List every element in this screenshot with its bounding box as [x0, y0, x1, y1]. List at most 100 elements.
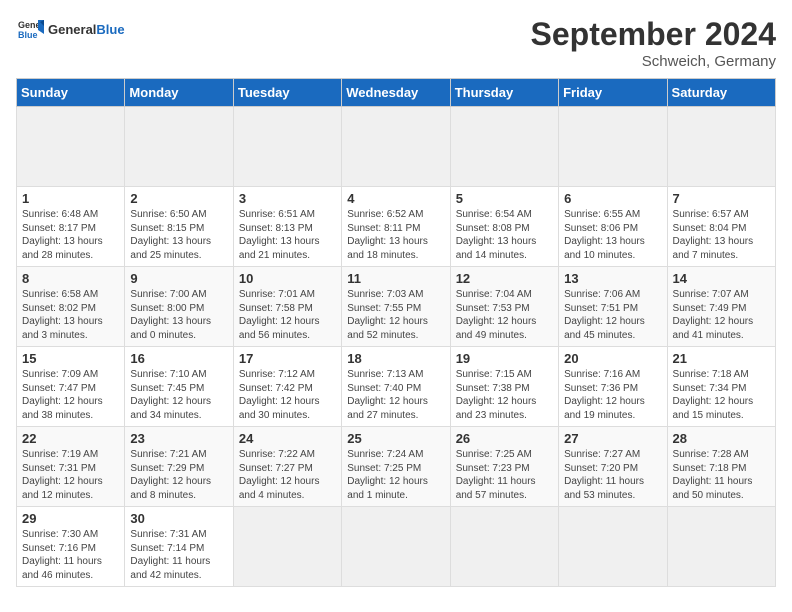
- day-info: Sunrise: 7:10 AM Sunset: 7:45 PM Dayligh…: [130, 368, 227, 422]
- logo-icon: General Blue: [16, 16, 44, 44]
- calendar-cell: 18 Sunrise: 7:13 AM Sunset: 7:40 PM Dayli…: [342, 347, 450, 427]
- day-number: 27: [564, 431, 661, 446]
- calendar-cell: 9 Sunrise: 7:00 AM Sunset: 8:00 PM Daylig…: [125, 267, 233, 347]
- month-title: September 2024: [531, 16, 776, 53]
- day-number: 1: [22, 191, 119, 206]
- calendar-cell: 13Sunrise: 7:06 AM Sunset: 7:51 PM Dayli…: [559, 267, 667, 347]
- day-info: Sunrise: 7:30 AM Sunset: 7:16 PM Dayligh…: [22, 528, 119, 582]
- day-number: 24: [239, 431, 336, 446]
- day-info: Sunrise: 6:50 AM Sunset: 8:15 PM Dayligh…: [130, 208, 227, 262]
- day-info: Sunrise: 7:00 AM Sunset: 8:00 PM Dayligh…: [130, 288, 227, 342]
- weekday-header: Sunday: [17, 79, 125, 107]
- calendar-cell: 20Sunrise: 7:16 AM Sunset: 7:36 PM Dayli…: [559, 347, 667, 427]
- calendar-cell: [450, 507, 558, 587]
- day-number: 5: [456, 191, 553, 206]
- calendar-cell: 23Sunrise: 7:21 AM Sunset: 7:29 PM Dayli…: [125, 427, 233, 507]
- calendar-cell: 1 Sunrise: 6:48 AM Sunset: 8:17 PM Daylig…: [17, 187, 125, 267]
- calendar-cell: 6Sunrise: 6:55 AM Sunset: 8:06 PM Daylig…: [559, 187, 667, 267]
- calendar-cell: 2Sunrise: 6:50 AM Sunset: 8:15 PM Daylig…: [125, 187, 233, 267]
- day-number: 4: [347, 191, 444, 206]
- calendar-cell: 22 Sunrise: 7:19 AM Sunset: 7:31 PM Dayli…: [17, 427, 125, 507]
- day-number: 26: [456, 431, 553, 446]
- calendar-cell: 26 Sunrise: 7:25 AM Sunset: 7:23 PM Dayli…: [450, 427, 558, 507]
- calendar-cell: [667, 507, 775, 587]
- calendar-cell: [233, 107, 341, 187]
- day-info: Sunrise: 7:13 AM Sunset: 7:40 PM Dayligh…: [347, 368, 444, 422]
- weekday-header: Monday: [125, 79, 233, 107]
- day-number: 8: [22, 271, 119, 286]
- day-info: Sunrise: 7:31 AM Sunset: 7:14 PM Dayligh…: [130, 528, 227, 582]
- calendar-cell: 11Sunrise: 7:03 AM Sunset: 7:55 PM Dayli…: [342, 267, 450, 347]
- calendar-cell: 29 Sunrise: 7:30 AM Sunset: 7:16 PM Dayli…: [17, 507, 125, 587]
- day-info: Sunrise: 7:19 AM Sunset: 7:31 PM Dayligh…: [22, 448, 119, 502]
- day-info: Sunrise: 7:27 AM Sunset: 7:20 PM Dayligh…: [564, 448, 661, 502]
- page-header: General Blue GeneralBlue September 2024 …: [16, 16, 776, 70]
- day-number: 16: [130, 351, 227, 366]
- day-number: 9: [130, 271, 227, 286]
- calendar-week-row: [17, 107, 776, 187]
- day-info: Sunrise: 7:12 AM Sunset: 7:42 PM Dayligh…: [239, 368, 336, 422]
- day-info: Sunrise: 7:16 AM Sunset: 7:36 PM Dayligh…: [564, 368, 661, 422]
- day-number: 22: [22, 431, 119, 446]
- calendar-cell: 27 Sunrise: 7:27 AM Sunset: 7:20 PM Dayli…: [559, 427, 667, 507]
- calendar-cell: 10Sunrise: 7:01 AM Sunset: 7:58 PM Dayli…: [233, 267, 341, 347]
- weekday-header: Thursday: [450, 79, 558, 107]
- calendar-cell: 15Sunrise: 7:09 AM Sunset: 7:47 PM Dayli…: [17, 347, 125, 427]
- day-info: Sunrise: 7:22 AM Sunset: 7:27 PM Dayligh…: [239, 448, 336, 502]
- day-info: Sunrise: 7:25 AM Sunset: 7:23 PM Dayligh…: [456, 448, 553, 502]
- calendar-cell: [559, 507, 667, 587]
- day-info: Sunrise: 7:24 AM Sunset: 7:25 PM Dayligh…: [347, 448, 444, 502]
- weekday-header: Wednesday: [342, 79, 450, 107]
- calendar-week-row: 15Sunrise: 7:09 AM Sunset: 7:47 PM Dayli…: [17, 347, 776, 427]
- day-number: 10: [239, 271, 336, 286]
- calendar-cell: 19 Sunrise: 7:15 AM Sunset: 7:38 PM Dayli…: [450, 347, 558, 427]
- calendar-cell: 24 Sunrise: 7:22 AM Sunset: 7:27 PM Dayli…: [233, 427, 341, 507]
- day-info: Sunrise: 7:18 AM Sunset: 7:34 PM Dayligh…: [673, 368, 770, 422]
- weekday-header: Saturday: [667, 79, 775, 107]
- day-number: 19: [456, 351, 553, 366]
- calendar-table: SundayMondayTuesdayWednesdayThursdayFrid…: [16, 78, 776, 587]
- day-number: 7: [673, 191, 770, 206]
- day-number: 12: [456, 271, 553, 286]
- calendar-week-row: 1 Sunrise: 6:48 AM Sunset: 8:17 PM Daylig…: [17, 187, 776, 267]
- calendar-cell: [667, 107, 775, 187]
- weekday-header: Friday: [559, 79, 667, 107]
- calendar-cell: 21 Sunrise: 7:18 AM Sunset: 7:34 PM Dayli…: [667, 347, 775, 427]
- calendar-cell: 4 Sunrise: 6:52 AM Sunset: 8:11 PM Daylig…: [342, 187, 450, 267]
- day-number: 13: [564, 271, 661, 286]
- calendar-cell: [125, 107, 233, 187]
- day-number: 11: [347, 271, 444, 286]
- day-info: Sunrise: 7:07 AM Sunset: 7:49 PM Dayligh…: [673, 288, 770, 342]
- day-info: Sunrise: 6:48 AM Sunset: 8:17 PM Dayligh…: [22, 208, 119, 262]
- logo-text: GeneralBlue: [48, 23, 125, 37]
- calendar-cell: [450, 107, 558, 187]
- day-number: 29: [22, 511, 119, 526]
- day-info: Sunrise: 7:15 AM Sunset: 7:38 PM Dayligh…: [456, 368, 553, 422]
- calendar-cell: 25Sunrise: 7:24 AM Sunset: 7:25 PM Dayli…: [342, 427, 450, 507]
- svg-text:Blue: Blue: [18, 30, 38, 40]
- calendar-cell: 5Sunrise: 6:54 AM Sunset: 8:08 PM Daylig…: [450, 187, 558, 267]
- calendar-cell: 7 Sunrise: 6:57 AM Sunset: 8:04 PM Daylig…: [667, 187, 775, 267]
- day-number: 30: [130, 511, 227, 526]
- calendar-cell: 12Sunrise: 7:04 AM Sunset: 7:53 PM Dayli…: [450, 267, 558, 347]
- day-number: 18: [347, 351, 444, 366]
- calendar-cell: [342, 107, 450, 187]
- weekday-header: Tuesday: [233, 79, 341, 107]
- calendar-cell: 28Sunrise: 7:28 AM Sunset: 7:18 PM Dayli…: [667, 427, 775, 507]
- calendar-cell: [559, 107, 667, 187]
- calendar-week-row: 29 Sunrise: 7:30 AM Sunset: 7:16 PM Dayli…: [17, 507, 776, 587]
- day-info: Sunrise: 6:51 AM Sunset: 8:13 PM Dayligh…: [239, 208, 336, 262]
- day-number: 21: [673, 351, 770, 366]
- day-info: Sunrise: 6:52 AM Sunset: 8:11 PM Dayligh…: [347, 208, 444, 262]
- day-info: Sunrise: 6:58 AM Sunset: 8:02 PM Dayligh…: [22, 288, 119, 342]
- logo-general: General: [48, 22, 96, 37]
- calendar-cell: 16 Sunrise: 7:10 AM Sunset: 7:45 PM Dayli…: [125, 347, 233, 427]
- logo: General Blue GeneralBlue: [16, 16, 125, 44]
- day-number: 23: [130, 431, 227, 446]
- day-info: Sunrise: 7:28 AM Sunset: 7:18 PM Dayligh…: [673, 448, 770, 502]
- calendar-cell: 14Sunrise: 7:07 AM Sunset: 7:49 PM Dayli…: [667, 267, 775, 347]
- day-info: Sunrise: 6:57 AM Sunset: 8:04 PM Dayligh…: [673, 208, 770, 262]
- logo-blue: Blue: [96, 22, 124, 37]
- location-subtitle: Schweich, Germany: [531, 53, 776, 70]
- calendar-cell: 8 Sunrise: 6:58 AM Sunset: 8:02 PM Daylig…: [17, 267, 125, 347]
